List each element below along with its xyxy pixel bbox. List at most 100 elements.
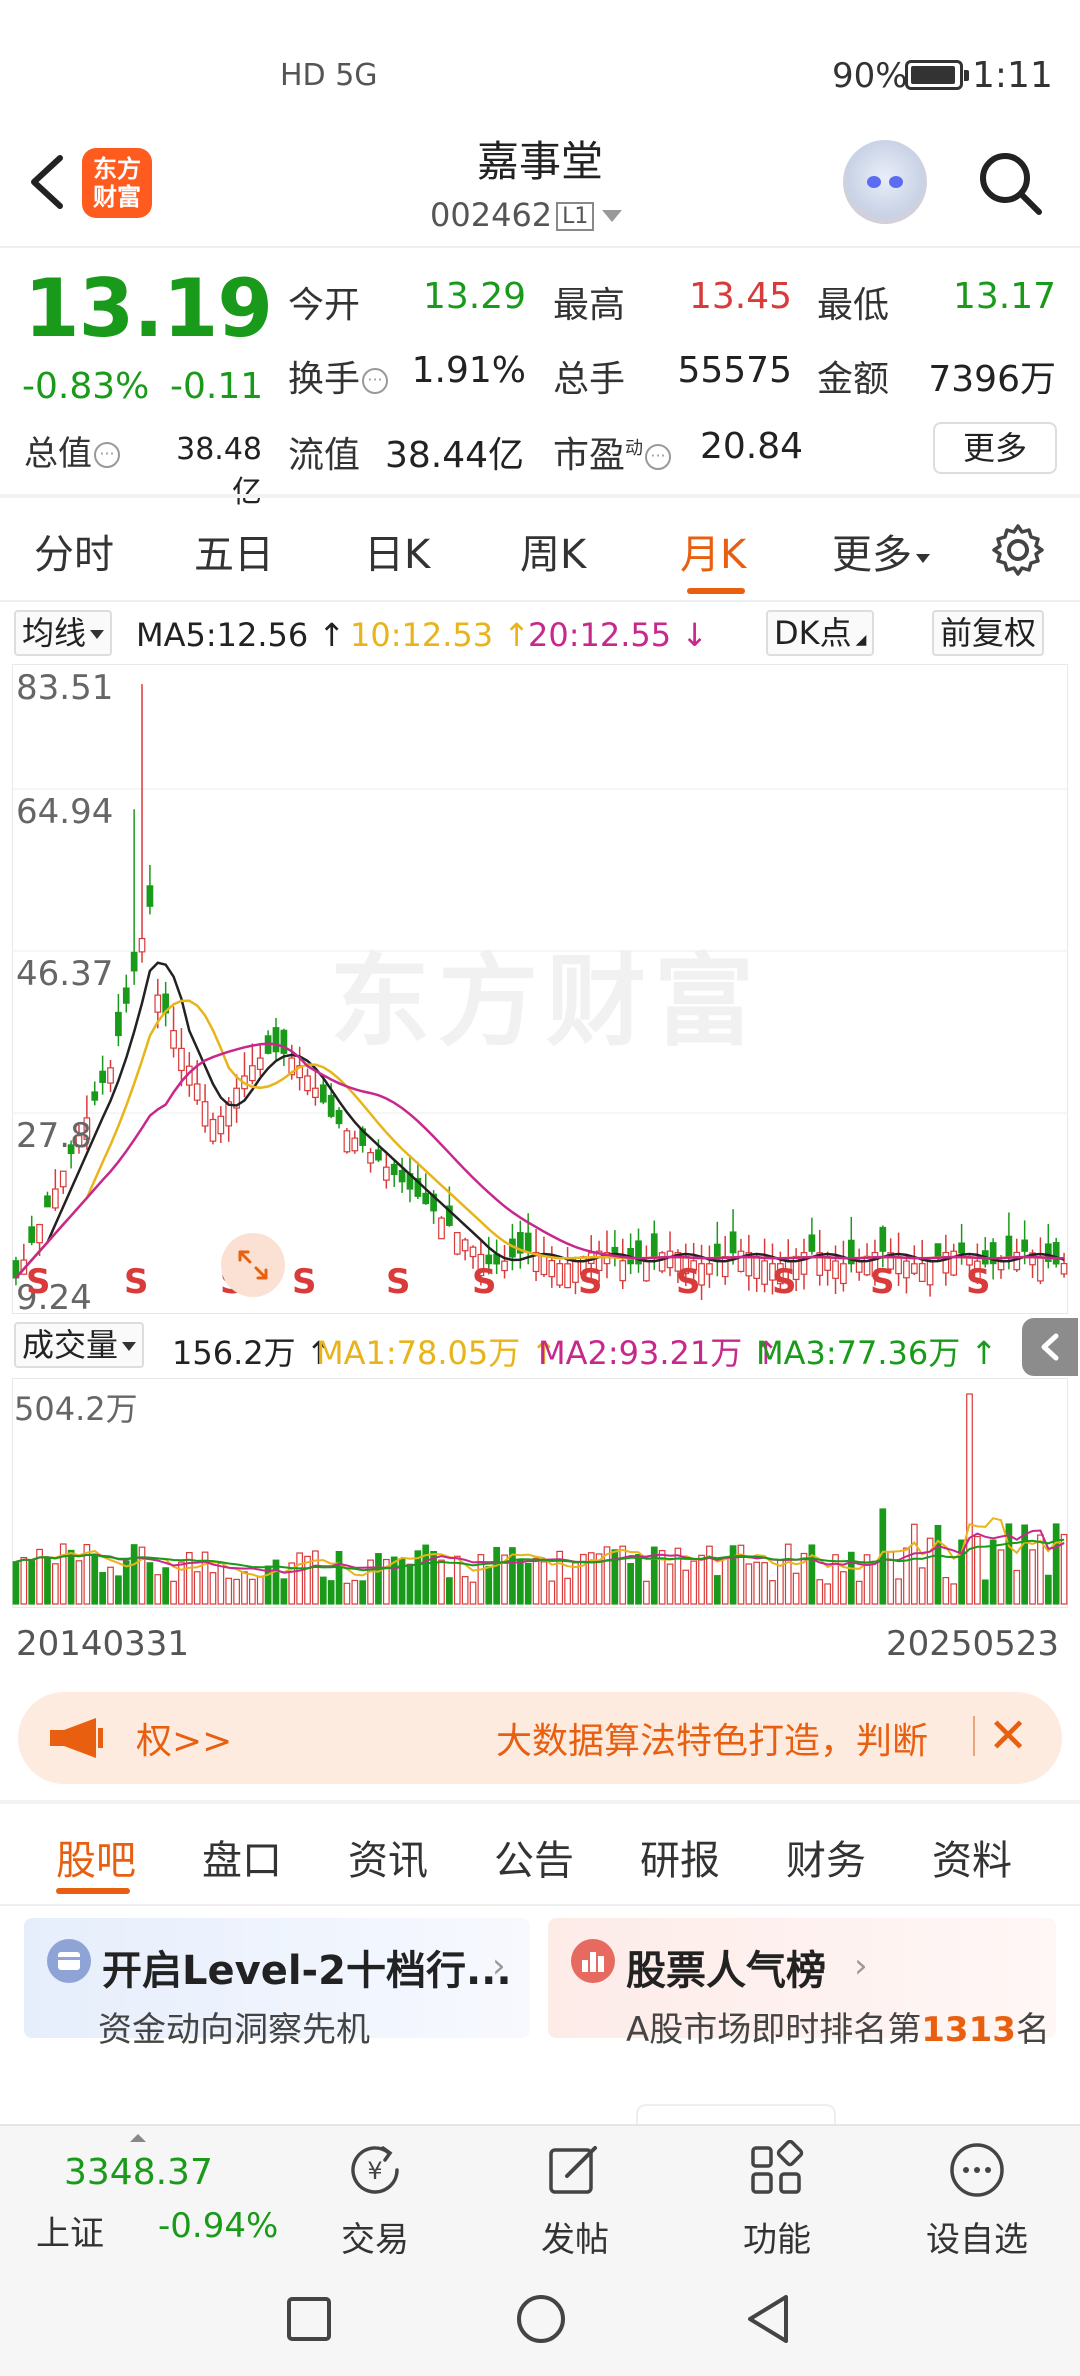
quote-value: 1.91%	[411, 350, 526, 391]
sell-signal-marker[interactable]: S	[292, 1262, 317, 1302]
level-badge: L1	[556, 202, 595, 231]
tab-content[interactable]: 资讯	[348, 1828, 428, 1886]
sell-signal-marker[interactable]: S	[386, 1262, 411, 1302]
tab-content[interactable]: 财务	[786, 1828, 866, 1886]
volume-max-label: 504.2万	[14, 1390, 138, 1428]
bottom-nav: 3348.37 上证 -0.94% ¥ 交易 发帖 功能 设自选	[0, 2124, 1080, 2262]
sell-signal-marker[interactable]: S	[966, 1262, 991, 1302]
vol-ma2: MA2:93.21万 ↑	[538, 1334, 780, 1372]
caret-up-icon	[130, 2134, 146, 2142]
more-quote-button[interactable]: 更多	[933, 422, 1057, 474]
nav-functions[interactable]: 功能	[712, 2132, 842, 2260]
chevron-left-icon	[1041, 1333, 1059, 1361]
float-value: 38.44亿	[384, 435, 524, 476]
home-icon[interactable]	[514, 2292, 568, 2346]
level2-subtitle: 资金动向洞察先机	[98, 2010, 370, 2050]
edit-icon	[549, 2146, 597, 2194]
trade-icon: ¥	[351, 2146, 399, 2194]
change-percent: -0.83%	[22, 366, 150, 407]
quote-value: 13.29	[422, 276, 526, 317]
dk-point-selector[interactable]: DK点 ◢	[766, 610, 875, 656]
app-logo[interactable]: 东方 财富	[82, 148, 152, 218]
level2-card[interactable]: 开启Level-2十档行... › 资金动向洞察先机	[24, 1918, 530, 2050]
quote-label: 金额	[817, 359, 890, 400]
stock-code-selector[interactable]: 002462 L1	[430, 196, 623, 234]
back-icon[interactable]	[744, 2292, 794, 2346]
pe-label: 市盈动 ···	[553, 426, 672, 478]
tab-content[interactable]: 盘口	[202, 1828, 282, 1886]
floating-handle	[636, 2104, 836, 2124]
start-date: 20140331	[16, 1624, 190, 1664]
y-tick-label: 83.51	[16, 668, 114, 708]
tab-period[interactable]: 周K	[520, 522, 586, 580]
end-date: 20250523	[886, 1624, 1060, 1664]
collapse-tab[interactable]	[1022, 1318, 1078, 1376]
popularity-title: 股票人气榜	[626, 1948, 826, 1994]
sell-signal-marker[interactable]: S	[870, 1262, 895, 1302]
index-ticker[interactable]: 3348.37 上证 -0.94%	[0, 2126, 278, 2264]
change-amount: -0.11	[170, 366, 264, 407]
tab-content[interactable]: 研报	[640, 1828, 720, 1886]
assistant-avatar[interactable]	[843, 140, 927, 224]
banner-left-text: 权>>	[136, 1721, 233, 1762]
sell-signal-marker[interactable]: S	[676, 1262, 701, 1302]
robot-eye-icon	[867, 176, 881, 188]
pe-value: 20.84	[700, 426, 804, 467]
active-tab-indicator	[56, 1888, 130, 1894]
info-icon[interactable]: ···	[94, 442, 120, 468]
tab-period[interactable]: 月K	[680, 522, 746, 580]
ma10-value: 10:12.53 ↑	[350, 616, 531, 654]
sell-signal-marker[interactable]: S	[124, 1262, 149, 1302]
tab-period[interactable]: 更多	[832, 522, 930, 580]
volume-value: 156.2万 ↑	[172, 1334, 333, 1372]
promo-banner[interactable]: 权>> 大数据算法特色打造，判断 ✕	[18, 1692, 1062, 1784]
gear-icon[interactable]	[990, 522, 1046, 578]
tab-period[interactable]: 分时	[34, 522, 114, 580]
expand-icon[interactable]	[220, 1232, 286, 1298]
tab-content[interactable]: 资料	[932, 1828, 1012, 1886]
quote-label: 换手 ···	[288, 350, 389, 402]
ma20-value: 20:12.55 ↓	[528, 616, 709, 654]
tab-content[interactable]: 股吧	[56, 1828, 136, 1886]
vol-ma3: MA3:77.36万 ↑	[756, 1334, 998, 1372]
divider	[0, 494, 1080, 498]
tab-period[interactable]: 五日	[194, 522, 274, 580]
quote-label: 总手	[553, 359, 626, 400]
sell-signal-marker[interactable]: S	[472, 1262, 497, 1302]
banner-divider	[973, 1716, 975, 1756]
more-circle-icon	[950, 2143, 1004, 2197]
search-icon[interactable]	[975, 148, 1045, 218]
megaphone-icon	[50, 1718, 103, 1758]
tab-content[interactable]: 公告	[494, 1828, 574, 1886]
volume-indicator-selector[interactable]: 成交量	[14, 1322, 145, 1368]
y-tick-label: 46.37	[16, 954, 114, 994]
quote-value: 7396万	[928, 359, 1056, 400]
tab-period[interactable]: 日K	[364, 522, 430, 580]
robot-eye-icon	[889, 176, 903, 188]
nav-post[interactable]: 发帖	[510, 2132, 640, 2260]
recent-apps-icon[interactable]	[284, 2294, 334, 2344]
total-value-label: 总值 ···	[24, 426, 120, 475]
popularity-card[interactable]: 股票人气榜 › A股市场即时排名第1313名	[548, 1918, 1056, 2050]
indicator-selector[interactable]: 均线	[14, 610, 113, 656]
sell-signal-marker[interactable]: S	[578, 1262, 603, 1302]
info-icon[interactable]: ···	[645, 444, 672, 470]
divider	[0, 1904, 1080, 1906]
sell-signal-marker[interactable]: S	[26, 1262, 51, 1302]
ranking-icon	[571, 1939, 615, 1983]
nav-add-watchlist[interactable]: 设自选	[912, 2132, 1042, 2260]
back-arrow-icon[interactable]	[22, 150, 72, 214]
grid-icon	[751, 2140, 804, 2194]
nav-trade[interactable]: ¥ 交易	[310, 2132, 440, 2260]
caret-down-icon	[122, 1342, 137, 1351]
total-value: 38.48亿	[176, 432, 262, 510]
network-indicator: HD 5G	[280, 58, 378, 93]
adjust-selector[interactable]: 前复权	[932, 610, 1045, 656]
sell-signal-marker[interactable]: S	[772, 1262, 797, 1302]
ma-legend-row: 均线 MA5:12.56 ↑ 10:12.53 ↑ 20:12.55 ↓ DK点…	[14, 608, 1074, 658]
chevron-right-icon: ›	[854, 1946, 868, 1986]
y-tick-label: 27.8	[16, 1116, 92, 1156]
divider	[0, 246, 1080, 248]
close-icon[interactable]: ✕	[988, 1708, 1028, 1764]
y-tick-label: 64.94	[16, 792, 114, 832]
